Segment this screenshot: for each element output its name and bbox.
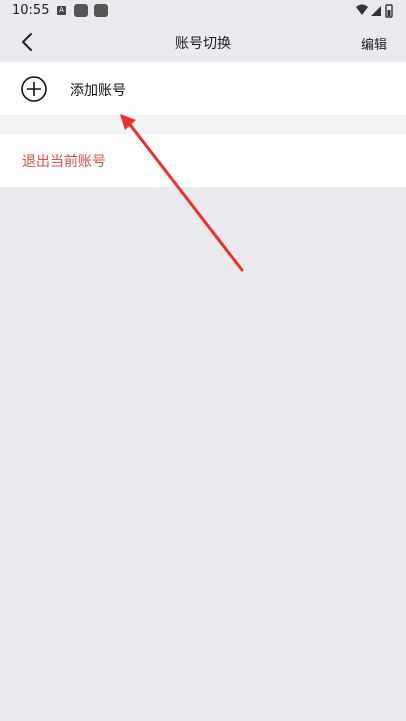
notification-app-icon: [74, 4, 88, 17]
logout-row[interactable]: 退出当前账号: [0, 134, 406, 187]
status-icons: [356, 4, 394, 18]
status-time: 10:55: [12, 3, 50, 18]
plus-circle-icon: [21, 76, 47, 102]
add-account-row[interactable]: 添加账号: [0, 62, 406, 115]
edit-button[interactable]: 编辑: [361, 34, 387, 53]
notification-a-icon: A: [57, 6, 66, 15]
nav-bar: 账号切换 编辑: [0, 22, 406, 62]
add-account-label: 添加账号: [70, 83, 126, 99]
wifi-icon: [356, 4, 368, 15]
signal-icon: [371, 6, 381, 16]
section-divider: [0, 115, 406, 134]
notification-app-icon: [94, 4, 108, 17]
status-bar: 10:55 A: [0, 0, 406, 22]
logout-label: 退出当前账号: [22, 154, 106, 170]
page-title: 账号切换: [175, 36, 231, 52]
